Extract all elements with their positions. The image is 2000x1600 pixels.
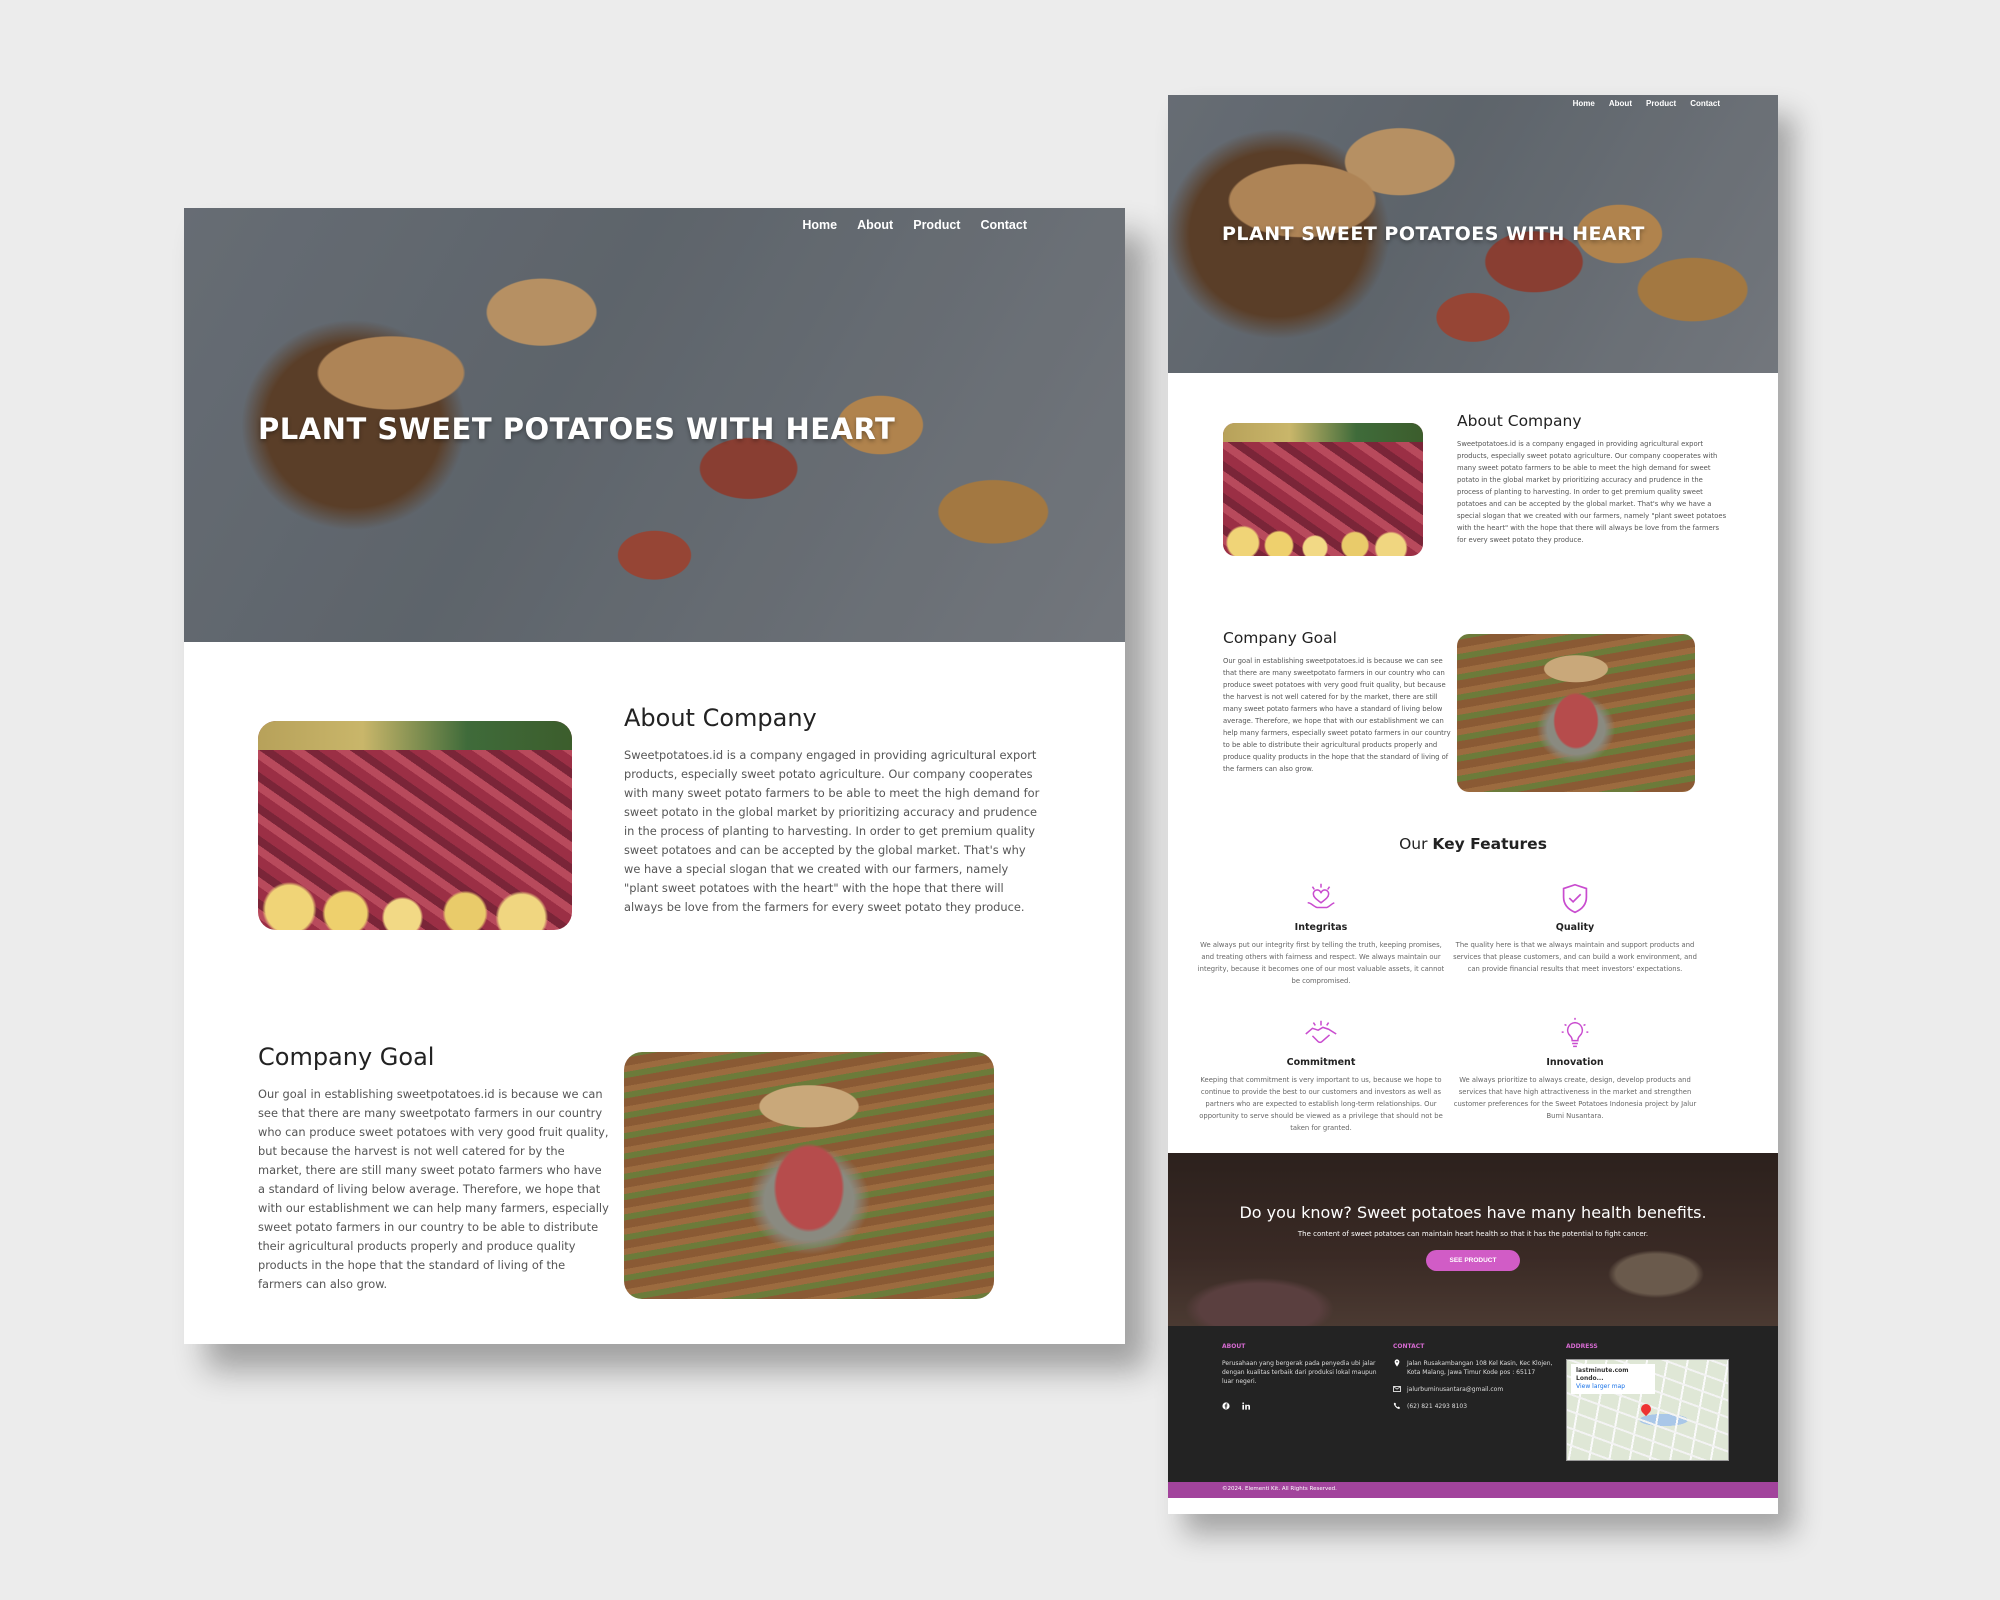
map-pin-icon xyxy=(1638,1401,1654,1417)
site-footer: ABOUT Perusahaan yang bergerak pada peny… xyxy=(1168,1326,1778,1498)
about-title: About Company xyxy=(624,704,817,732)
about-title-small: About Company xyxy=(1457,412,1582,430)
desktop-mockup: Home About Product Contact PLANT SWEET P… xyxy=(184,208,1125,1344)
feature-integritas: Integritas We always put our integrity f… xyxy=(1196,880,1446,987)
feature-title: Innovation xyxy=(1546,1057,1604,1068)
address-text: Jalan Rusakambangan 108 Kel Kasin, Kec K… xyxy=(1407,1360,1553,1376)
farmer-image xyxy=(624,1052,994,1299)
nav-product[interactable]: Product xyxy=(913,218,960,232)
embedded-map[interactable]: lastminute.com Londo... View larger map xyxy=(1566,1359,1729,1461)
about-section-small: About Company Sweetpotatoes.id is a comp… xyxy=(1457,412,1727,546)
goal-title-small: Company Goal xyxy=(1223,629,1337,647)
hero-title: PLANT SWEET POTATOES WITH HEART xyxy=(258,412,896,446)
location-pin-icon xyxy=(1394,1359,1400,1367)
nav-product[interactable]: Product xyxy=(1646,99,1676,108)
about-text-small: Sweetpotatoes.id is a company engaged in… xyxy=(1457,440,1727,544)
feature-title: Quality xyxy=(1555,922,1595,933)
map-place-label: lastminute.com Londo... xyxy=(1576,1367,1629,1382)
about-section: About Company Sweetpotatoes.id is a comp… xyxy=(624,704,1044,917)
map-larger-link[interactable]: View larger map xyxy=(1576,1383,1650,1391)
feature-text: We always put our integrity first by tel… xyxy=(1197,941,1445,985)
footer-about: ABOUT Perusahaan yang bergerak pada peny… xyxy=(1222,1342,1382,1410)
mail-icon xyxy=(1393,1386,1401,1392)
footer-about-text: Perusahaan yang bergerak pada penyedia u… xyxy=(1222,1360,1377,1385)
footer-about-title: ABOUT xyxy=(1222,1343,1246,1350)
top-nav-small: Home About Product Contact xyxy=(1573,99,1720,108)
feature-text: Keeping that commitment is very importan… xyxy=(1199,1076,1443,1132)
feature-title: Integritas xyxy=(1294,922,1348,933)
nav-contact[interactable]: Contact xyxy=(980,218,1027,232)
cta-text: The content of sweet potatoes can mainta… xyxy=(1297,1230,1649,1238)
goal-text: Our goal in establishing sweetpotatoes.i… xyxy=(258,1087,609,1291)
goal-title: Company Goal xyxy=(258,1043,435,1071)
footer-contact: CONTACT Jalan Rusakambangan 108 Kel Kasi… xyxy=(1393,1342,1553,1419)
goal-section-small: Company Goal Our goal in establishing sw… xyxy=(1223,629,1451,775)
sweet-potato-image xyxy=(258,721,572,930)
feature-quality: Quality The quality here is that we alwa… xyxy=(1450,880,1700,975)
hero-banner: Home About Product Contact PLANT SWEET P… xyxy=(184,208,1125,642)
feature-commitment: Commitment Keeping that commitment is ve… xyxy=(1196,1015,1446,1134)
fullpage-mockup: Home About Product Contact PLANT SWEET P… xyxy=(1168,95,1778,1514)
hero-title-small: PLANT SWEET POTATOES WITH HEART xyxy=(1222,223,1645,245)
phone-row: (62) 821 4293 8103 xyxy=(1393,1402,1553,1411)
feature-text: We always prioritize to always create, d… xyxy=(1453,1076,1697,1120)
nav-home[interactable]: Home xyxy=(802,218,837,232)
footer-contact-title: CONTACT xyxy=(1393,1343,1425,1350)
facebook-icon[interactable] xyxy=(1222,1402,1230,1410)
map-info-box: lastminute.com Londo... View larger map xyxy=(1571,1364,1655,1394)
nav-home[interactable]: Home xyxy=(1573,99,1595,108)
handshake-icon xyxy=(1305,1020,1337,1044)
address-row: Jalan Rusakambangan 108 Kel Kasin, Kec K… xyxy=(1393,1359,1553,1377)
phone-text[interactable]: (62) 821 4293 8103 xyxy=(1407,1402,1467,1411)
nav-contact[interactable]: Contact xyxy=(1690,99,1720,108)
email-row: jalurbuminusantara@gmail.com xyxy=(1393,1385,1553,1394)
feature-text: The quality here is that we always maint… xyxy=(1453,941,1697,973)
sweet-potato-image-small xyxy=(1223,423,1423,556)
health-cta-banner: Do you know? Sweet potatoes have many he… xyxy=(1168,1153,1778,1326)
feature-innovation: Innovation We always prioritize to alway… xyxy=(1450,1015,1700,1122)
goal-text-small: Our goal in establishing sweetpotatoes.i… xyxy=(1223,657,1451,773)
cta-title: Do you know? Sweet potatoes have many he… xyxy=(1239,1203,1707,1222)
goal-section: Company Goal Our goal in establishing sw… xyxy=(258,1043,610,1294)
email-text[interactable]: jalurbuminusantara@gmail.com xyxy=(1407,1385,1503,1394)
linkedin-icon[interactable] xyxy=(1242,1402,1250,1410)
farmer-image-small xyxy=(1457,634,1695,792)
lightbulb-icon xyxy=(1561,1017,1589,1048)
hero-banner-small: Home About Product Contact PLANT SWEET P… xyxy=(1168,95,1778,373)
footer-address-title: ADDRESS xyxy=(1566,1343,1598,1350)
nav-about[interactable]: About xyxy=(1609,99,1632,108)
footer-address: ADDRESS lastminute.com Londo... View lar… xyxy=(1566,1342,1731,1461)
feature-title: Commitment xyxy=(1286,1057,1356,1068)
shield-check-icon xyxy=(1562,883,1588,914)
key-features-prefix: Our xyxy=(1399,835,1428,853)
about-text: Sweetpotatoes.id is a company engaged in… xyxy=(624,748,1040,914)
key-features-bold: Key Features xyxy=(1432,835,1547,853)
phone-icon xyxy=(1393,1402,1401,1409)
key-features-title: Our Key Features xyxy=(1168,835,1778,853)
see-product-button[interactable]: SEE PRODUCT xyxy=(1425,1250,1521,1271)
nav-about[interactable]: About xyxy=(857,218,893,232)
social-links xyxy=(1222,1402,1382,1410)
top-nav: Home About Product Contact xyxy=(802,218,1027,232)
heart-hands-icon xyxy=(1307,883,1335,909)
copyright-bar: ©2024. Elementi Kit. All Rights Reserved… xyxy=(1168,1482,1778,1498)
